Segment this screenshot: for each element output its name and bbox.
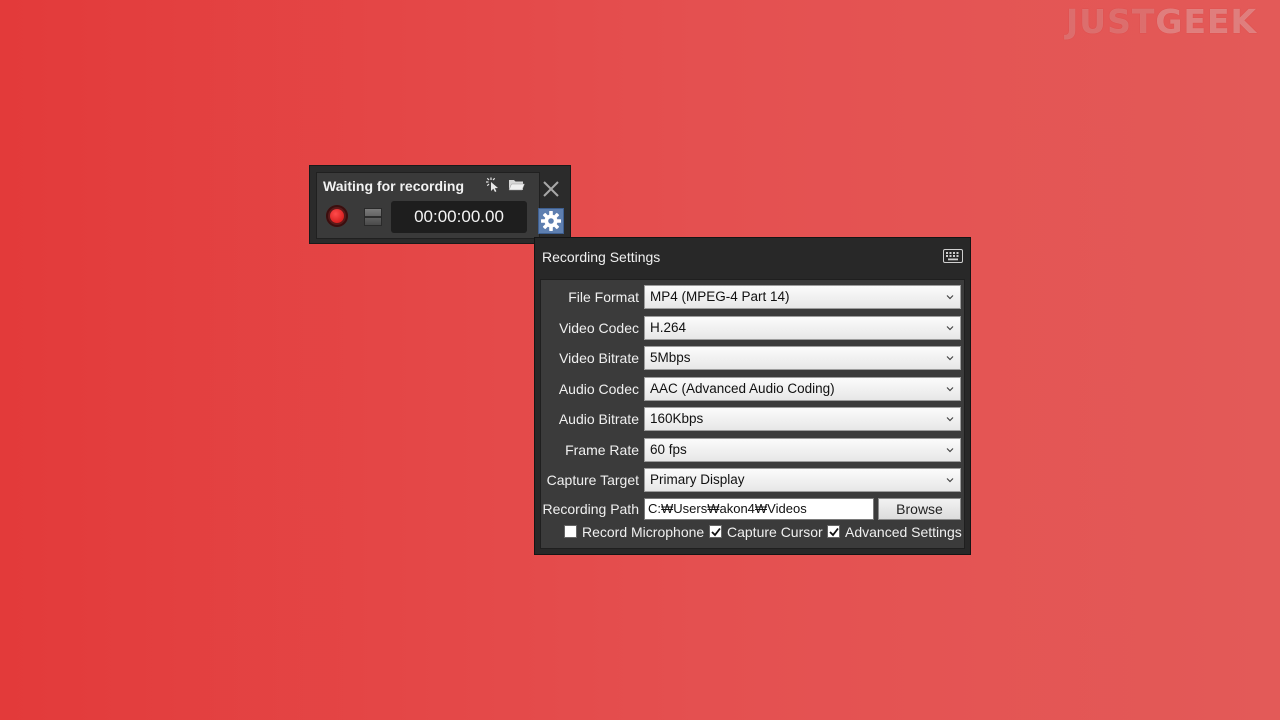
checkbox-checked[interactable]	[709, 525, 722, 538]
file-format-select[interactable]: MP4 (MPEG-4 Part 14)	[644, 285, 961, 309]
capture-target-label: Capture Target	[546, 472, 639, 488]
options-checkboxes: Record Microphone Capture Cursor Advance…	[564, 522, 964, 542]
advanced-settings-label: Advanced Settings	[845, 524, 962, 540]
capture-target-value: Primary Display	[650, 472, 745, 487]
audio-codec-row: Audio Codec AAC (Advanced Audio Coding)	[541, 376, 964, 402]
chevron-down-icon	[946, 326, 954, 331]
capture-cursor-label: Capture Cursor	[727, 524, 823, 540]
video-codec-label: Video Codec	[559, 320, 639, 336]
video-codec-row: Video Codec H.264	[541, 315, 964, 341]
recording-timer: 00:00:00.00	[391, 201, 527, 233]
record-microphone-label: Record Microphone	[582, 524, 705, 540]
browse-button[interactable]: Browse	[878, 498, 961, 520]
video-bitrate-value: 5Mbps	[650, 350, 691, 365]
frame-rate-select[interactable]: 60 fps	[644, 438, 961, 462]
recorder-widget: Waiting for recording 00:00:00.00	[309, 165, 571, 244]
recording-path-label: Recording Path	[542, 501, 639, 517]
chevron-down-icon	[946, 478, 954, 483]
file-format-row: File Format MP4 (MPEG-4 Part 14)	[541, 284, 964, 310]
gear-icon	[541, 211, 561, 231]
video-bitrate-row: Video Bitrate 5Mbps	[541, 345, 964, 371]
frame-rate-label: Frame Rate	[565, 442, 639, 458]
file-format-value: MP4 (MPEG-4 Part 14)	[650, 289, 790, 304]
record-button[interactable]	[326, 205, 348, 227]
audio-codec-label: Audio Codec	[558, 381, 639, 397]
check-icon	[829, 527, 839, 537]
recording-path-input[interactable]: C:₩Users₩akon4₩Videos	[644, 498, 874, 520]
file-format-label: File Format	[568, 289, 639, 305]
audio-bitrate-select[interactable]: 160Kbps	[644, 407, 961, 431]
check-icon	[711, 527, 721, 537]
chevron-down-icon	[946, 448, 954, 453]
settings-form: File Format MP4 (MPEG-4 Part 14) Video C…	[540, 279, 965, 549]
checkbox-checked[interactable]	[827, 525, 840, 538]
folder-icon[interactable]	[508, 178, 525, 192]
frame-rate-row: Frame Rate 60 fps	[541, 437, 964, 463]
frame-rate-value: 60 fps	[650, 442, 687, 457]
chevron-down-icon	[946, 356, 954, 361]
audio-bitrate-label: Audio Bitrate	[558, 411, 639, 427]
chevron-down-icon	[946, 387, 954, 392]
video-bitrate-label: Video Bitrate	[559, 350, 639, 366]
capture-target-select[interactable]: Primary Display	[644, 468, 961, 492]
audio-bitrate-value: 160Kbps	[650, 411, 704, 426]
settings-button[interactable]	[538, 208, 564, 234]
video-bitrate-select[interactable]: 5Mbps	[644, 346, 961, 370]
video-codec-select[interactable]: H.264	[644, 316, 961, 340]
watermark-logo: JUSTGEEK	[1066, 2, 1258, 41]
video-codec-value: H.264	[650, 320, 687, 335]
cursor-click-icon[interactable]	[485, 177, 501, 193]
recording-status: Waiting for recording	[323, 178, 465, 194]
recording-path-row: Recording Path C:₩Users₩akon4₩Videos Bro…	[541, 497, 964, 521]
audio-bitrate-row: Audio Bitrate 160Kbps	[541, 406, 964, 432]
recorder-panel: Waiting for recording 00:00:00.00	[316, 172, 540, 239]
audio-codec-value: AAC (Advanced Audio Coding)	[650, 381, 835, 396]
chevron-down-icon	[946, 417, 954, 422]
audio-codec-select[interactable]: AAC (Advanced Audio Coding)	[644, 377, 961, 401]
checkbox-unchecked[interactable]	[564, 525, 577, 538]
keyboard-icon[interactable]	[943, 249, 963, 263]
recording-settings-panel: Recording Settings File Format MP4 (MPEG…	[534, 237, 971, 555]
close-icon[interactable]	[542, 180, 560, 198]
stop-button[interactable]	[364, 208, 382, 226]
settings-title: Recording Settings	[542, 249, 661, 265]
chevron-down-icon	[946, 295, 954, 300]
capture-target-row: Capture Target Primary Display	[541, 467, 964, 493]
